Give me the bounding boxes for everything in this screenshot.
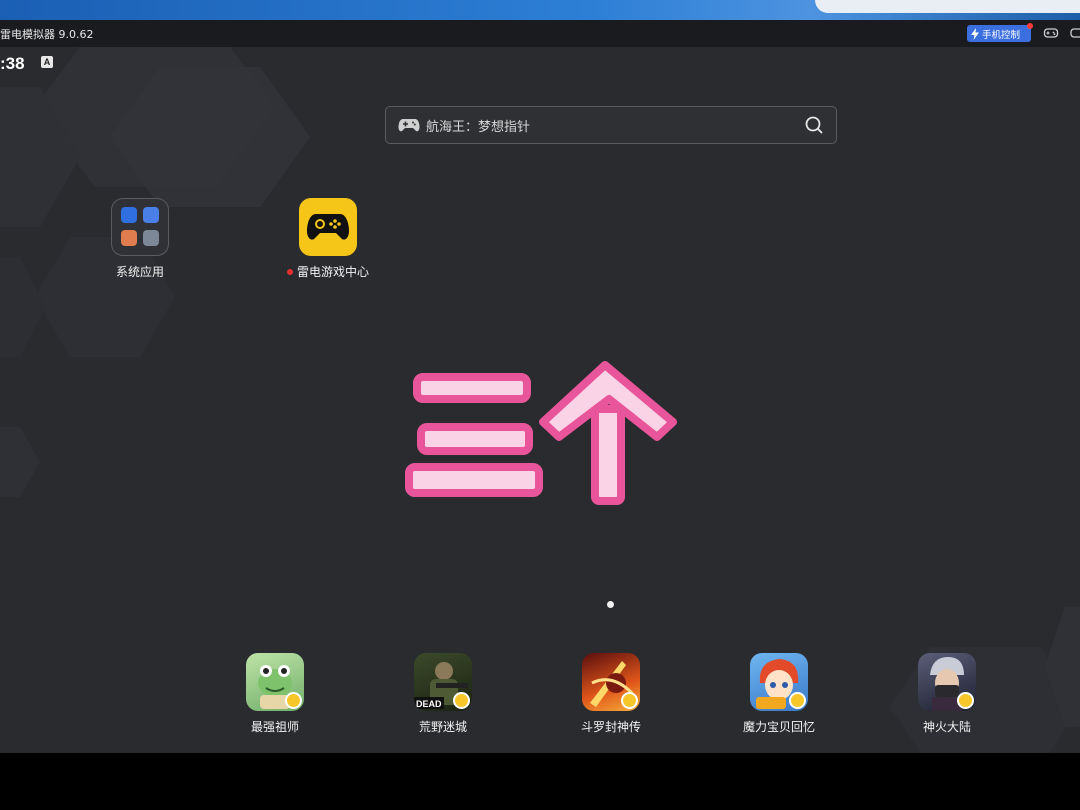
svg-text:DEAD: DEAD — [416, 699, 442, 709]
letterbox-bar — [0, 753, 1080, 810]
browser-tab-edge — [815, 0, 1080, 13]
app-label-text: 雷电游戏中心 — [296, 265, 369, 279]
android-desktop: :38 A 航海王：梦想指针 系统应用 雷电游戏中心 三个 最强祖师 DEAD … — [0, 47, 1080, 753]
dock-app-moli[interactable]: 魔力宝贝回忆 — [729, 653, 829, 735]
gamepad-settings-icon[interactable] — [1043, 26, 1059, 40]
gamepad-icon — [299, 198, 357, 256]
controller-icon[interactable] — [1070, 26, 1080, 40]
dock-app-douluo[interactable]: 斗罗封神传 — [561, 653, 661, 735]
os-taskbar-strip — [0, 0, 1080, 20]
notification-dot — [286, 268, 293, 275]
app-system-apps[interactable]: 系统应用 — [90, 198, 190, 280]
dock-app-shenhuo[interactable]: 神火大陆 — [897, 653, 997, 735]
phone-control-label: 手机控制 — [982, 29, 1021, 41]
lightning-icon — [971, 27, 979, 40]
search-bar[interactable]: 航海王：梦想指针 — [385, 106, 837, 144]
fire-warrior-game-icon — [582, 653, 640, 711]
notification-dot — [1027, 23, 1033, 29]
phone-control-button[interactable]: 手机控制 — [967, 23, 1033, 42]
window-title: 雷电模拟器 9.0.62 — [0, 28, 94, 41]
anime-girl-game-icon — [750, 653, 808, 711]
masked-hero-game-icon — [918, 653, 976, 711]
app-game-center[interactable]: 雷电游戏中心 — [278, 198, 378, 280]
app-label: 雷电游戏中心 — [278, 263, 378, 280]
gamepad-icon — [398, 119, 420, 132]
frog-game-icon — [246, 653, 304, 711]
overlay-caption: 三个 — [395, 347, 677, 505]
search-icon[interactable] — [804, 115, 824, 135]
app-label: 系统应用 — [115, 265, 164, 279]
page-indicator-dot[interactable] — [607, 601, 614, 608]
app-label: 斗罗封神传 — [580, 720, 641, 734]
app-label: 魔力宝贝回忆 — [742, 720, 815, 734]
dock-app-huangye[interactable]: DEAD 荒野迷城 — [393, 653, 493, 735]
search-placeholder: 航海王：梦想指针 — [426, 119, 531, 135]
app-label: 最强祖师 — [250, 720, 299, 734]
keyboard-indicator-icon: A — [41, 56, 53, 68]
dock-app-zuiqiang[interactable]: 最强祖师 — [225, 653, 325, 735]
folder-icon — [111, 198, 169, 256]
soldier-game-icon: DEAD — [414, 653, 472, 711]
app-label: 荒野迷城 — [418, 720, 467, 734]
overlay-text: 三个 — [395, 347, 397, 348]
emulator-titlebar: 雷电模拟器 9.0.62 — [0, 20, 1080, 47]
clock: :38 — [0, 54, 25, 73]
app-label: 神火大陆 — [922, 720, 971, 734]
